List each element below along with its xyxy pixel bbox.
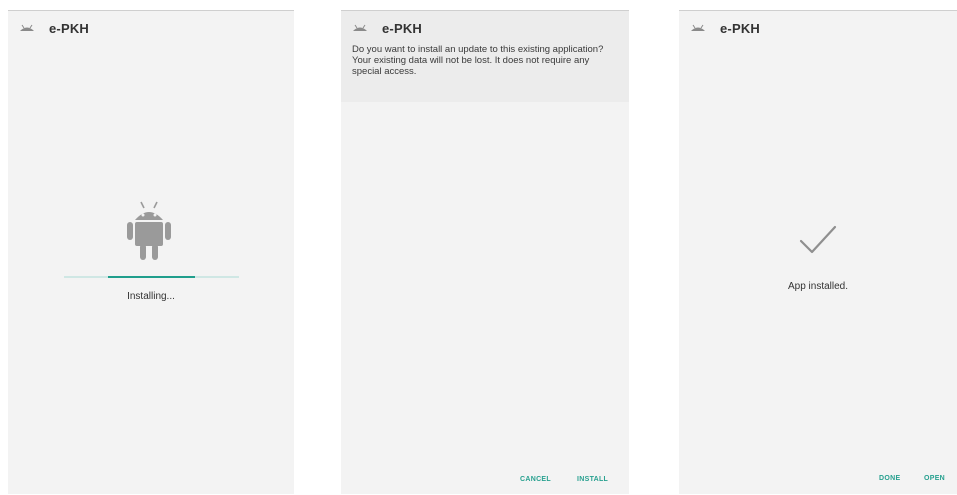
app-bar: e-PKH (341, 11, 629, 45)
app-bar: e-PKH (8, 11, 294, 45)
cancel-button[interactable]: CANCEL (517, 474, 554, 485)
checkmark-icon (799, 225, 837, 254)
app-title: e-PKH (720, 21, 761, 36)
android-app-icon (353, 24, 367, 31)
installed-status-text: App installed. (787, 281, 849, 292)
android-robot-icon (127, 201, 171, 260)
app-title: e-PKH (49, 21, 90, 36)
installed-screen: e-PKH App installed. DONE OPEN (679, 10, 957, 494)
open-button[interactable]: OPEN (921, 473, 948, 484)
android-app-icon (691, 24, 705, 31)
update-message: Do you want to install an update to this… (352, 44, 604, 77)
installing-screen: e-PKH Installing... (8, 10, 294, 494)
app-bar: e-PKH (679, 11, 957, 45)
install-button[interactable]: INSTALL (574, 474, 611, 485)
install-progress-bar (64, 276, 239, 278)
android-app-icon (20, 24, 34, 31)
app-title: e-PKH (382, 21, 423, 36)
installing-status-text: Installing... (127, 291, 175, 302)
install-progress-fill (107, 276, 196, 278)
done-button[interactable]: DONE (876, 473, 903, 484)
update-prompt-screen: e-PKH Do you want to install an update t… (341, 10, 629, 494)
